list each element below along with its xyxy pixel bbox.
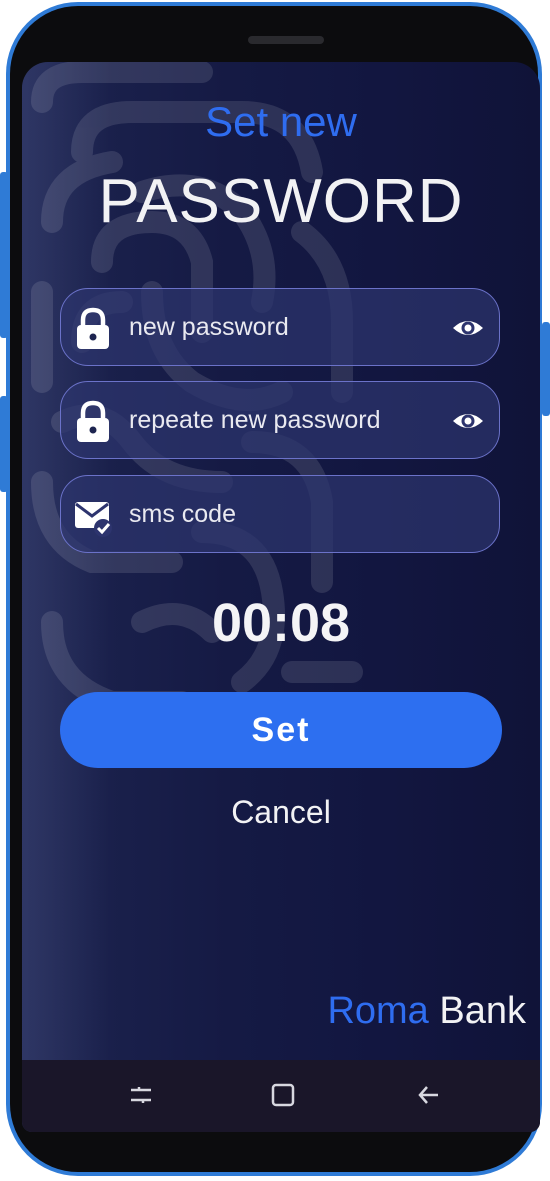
brand-roma: Roma xyxy=(327,990,429,1032)
new-password-placeholder: new password xyxy=(129,313,289,341)
sms-check-icon xyxy=(75,502,112,537)
repeat-password-placeholder: repeate new password xyxy=(129,406,381,434)
eye-icon[interactable] xyxy=(451,313,485,343)
recent-apps-icon[interactable] xyxy=(126,1080,156,1110)
volume-down-button xyxy=(0,396,8,492)
earpiece-speaker xyxy=(248,36,324,44)
cancel-button[interactable]: Cancel xyxy=(22,794,540,831)
brand-bank: Bank xyxy=(439,990,526,1032)
sms-code-placeholder: sms code xyxy=(129,500,236,528)
app-screen: Set new PASSWORD new password repeate ne… xyxy=(22,62,540,1132)
title-set-new: Set new xyxy=(205,98,357,145)
title-password: PASSWORD xyxy=(98,167,464,236)
lock-icon xyxy=(77,307,109,349)
system-nav-bar xyxy=(22,1060,540,1132)
lock-icon xyxy=(77,400,109,442)
repeat-password-field[interactable]: repeate new password xyxy=(60,381,500,459)
power-button xyxy=(542,322,550,416)
set-button[interactable]: Set xyxy=(60,692,502,768)
home-icon[interactable] xyxy=(268,1080,298,1110)
countdown-timer: 00:08 xyxy=(211,593,351,653)
sms-code-field[interactable]: sms code xyxy=(60,475,500,553)
brand-logo: Roma Bank xyxy=(327,990,526,1033)
eye-icon[interactable] xyxy=(451,406,485,436)
new-password-field[interactable]: new password xyxy=(60,288,500,366)
volume-up-button xyxy=(0,172,8,338)
back-icon[interactable] xyxy=(414,1080,444,1110)
